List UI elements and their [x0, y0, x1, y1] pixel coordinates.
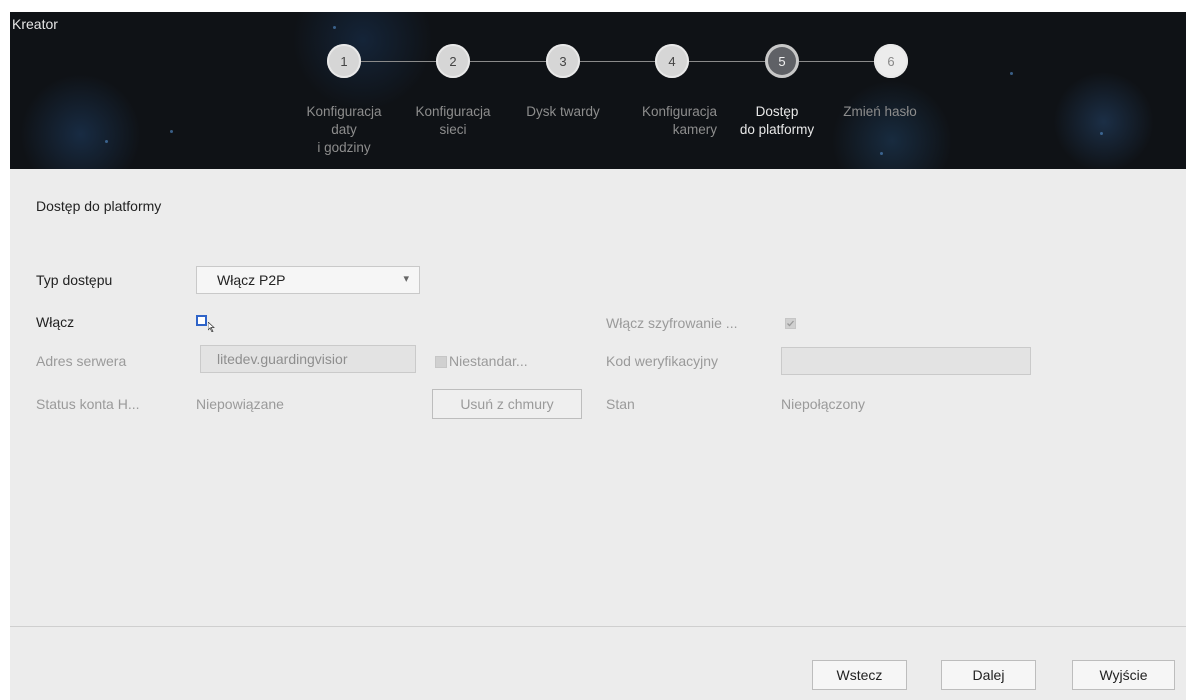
encryption-label: Włącz szyfrowanie ... [606, 315, 738, 331]
step-1-label: Konfiguracja daty i godziny [306, 104, 382, 155]
server-address-label: Adres serwera [36, 353, 127, 369]
chevron-down-icon: ▾ [403, 273, 409, 285]
step-4-indicator[interactable]: 4 [655, 44, 689, 78]
footer-divider [10, 626, 1186, 627]
access-type-select[interactable]: Włącz P2P ▾ [196, 266, 420, 294]
back-button[interactable]: Wstecz [812, 660, 907, 690]
step-5-label: Dostęp do platformy [739, 104, 815, 137]
account-status-label: Status konta H... [36, 396, 140, 412]
mouse-pointer-icon [208, 322, 215, 332]
enable-checkbox[interactable] [196, 315, 207, 326]
decor-dot [1010, 72, 1013, 75]
exit-button[interactable]: Wyjście [1072, 660, 1175, 690]
step-2-indicator[interactable]: 2 [436, 44, 470, 78]
decor-dot [333, 26, 336, 29]
verification-code-label: Kod weryfikacyjny [606, 353, 719, 369]
next-button[interactable]: Dalej [941, 660, 1036, 690]
decor-dot [880, 152, 883, 155]
enable-label: Włącz [36, 314, 75, 330]
server-address-input[interactable]: litedev.guardingvisior [200, 345, 416, 373]
access-type-label: Typ dostępu [36, 272, 113, 288]
verification-code-input[interactable] [781, 347, 1031, 375]
step-3-label: Dysk twardy [526, 104, 600, 119]
decor-dot [1100, 132, 1103, 135]
step-2-label: Konfiguracja sieci [415, 104, 491, 137]
window-title: Kreator [12, 16, 58, 32]
step-1-indicator[interactable]: 1 [327, 44, 361, 78]
nonstandard-label: Niestandar... [449, 353, 528, 369]
remove-from-cloud-button[interactable]: Usuń z chmury [432, 389, 582, 419]
wizard-header: Kreator 1 2 3 4 5 6 Konfiguracja daty i … [10, 12, 1186, 169]
access-type-value: Włącz P2P [217, 272, 286, 288]
step-3-indicator[interactable]: 3 [546, 44, 580, 78]
state-label: Stan [606, 396, 635, 412]
wizard-window: Kreator 1 2 3 4 5 6 Konfiguracja daty i … [10, 12, 1186, 700]
step-connector [580, 61, 655, 62]
step-4-label: Konfiguracja kamery [641, 104, 717, 137]
step-connector [689, 61, 765, 62]
step-connector [470, 61, 546, 62]
step-6-label: Zmień hasło [843, 104, 917, 119]
step-connector [361, 61, 436, 62]
nonstandard-checkbox[interactable] [435, 356, 447, 368]
decor-dot [105, 140, 108, 143]
check-icon [787, 320, 794, 327]
state-value: Niepołączony [781, 396, 866, 412]
step-5-indicator[interactable]: 5 [765, 44, 799, 78]
section-title: Dostęp do platformy [36, 198, 162, 214]
step-connector [799, 61, 874, 62]
step-6-indicator: 6 [874, 44, 908, 78]
account-status-value: Niepowiązane [196, 396, 284, 412]
decor-dot [170, 130, 173, 133]
encryption-checkbox[interactable] [785, 318, 796, 329]
